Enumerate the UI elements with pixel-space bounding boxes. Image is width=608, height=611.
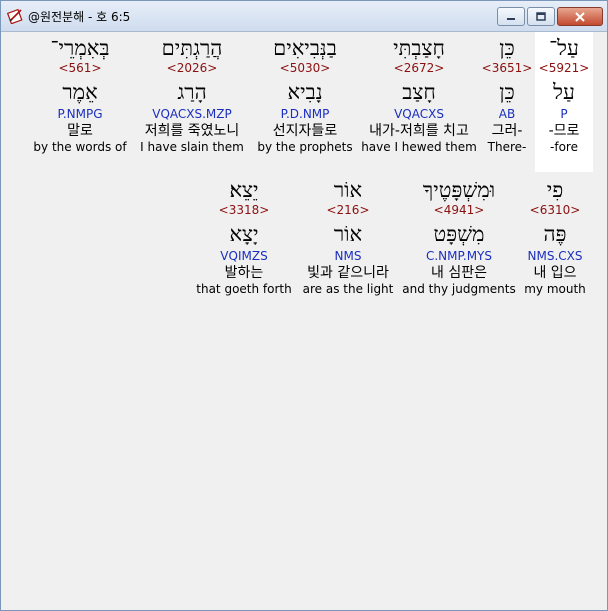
lemma-word: יָצָא [229, 222, 259, 246]
korean-gloss: 빛과 같으니라 [307, 265, 389, 281]
english-gloss: by the prophets [257, 140, 353, 154]
english-gloss: that goeth forth [196, 282, 292, 296]
hebrew-word: הֲרַגְתִּים [161, 36, 223, 60]
korean-gloss: 내가-저희를 치고 [369, 123, 469, 139]
lemma-word: הָרַג [177, 80, 207, 104]
korean-gloss: 저희를 죽였노니 [144, 123, 240, 139]
title-bar[interactable]: @원전분해 - 호 6:5 [1, 1, 607, 32]
english-gloss: have I hewed them [361, 140, 477, 154]
hebrew-word: יֵצֵא׃ [229, 178, 259, 202]
lemma-word: מִשְׁפָּט [433, 222, 485, 246]
word-column[interactable]: עַל־ <5921> עַל P -므로 -fore [535, 32, 593, 172]
strong-number[interactable]: <5921> [539, 61, 590, 75]
strong-number[interactable]: <2672> [394, 61, 445, 75]
korean-gloss: 발하는 [224, 265, 264, 281]
lemma-word: עַל [553, 80, 575, 104]
english-gloss: and thy judgments [402, 282, 516, 296]
english-gloss: I have slain them [140, 140, 244, 154]
lemma-word: כֵּן [499, 80, 515, 104]
english-gloss: There- [487, 140, 527, 154]
korean-gloss: 말로 [67, 123, 93, 139]
lemma-word: חָצַב [402, 80, 436, 104]
minimize-button[interactable] [497, 7, 525, 26]
strong-number[interactable]: <4941> [434, 203, 485, 217]
maximize-button[interactable] [527, 7, 555, 26]
hebrew-word: פִי [546, 178, 564, 202]
minimize-icon [507, 17, 515, 20]
hebrew-word: בַנְּבִיאִים [273, 36, 337, 60]
lemma-word: אֵמֶר [62, 80, 98, 104]
word-column[interactable]: בַנְּבִיאִים <5030> נָבִיא P.D.NMP 선지자들로… [251, 32, 359, 172]
morph-code: VQACXS [394, 107, 444, 121]
english-gloss: are as the light [302, 282, 394, 296]
analysis-panel: עַל־ <5921> עַל P -므로 -fore כֵּן <3651> … [9, 32, 601, 602]
strong-number[interactable]: <6310> [530, 203, 581, 217]
close-button[interactable] [557, 7, 603, 26]
word-column[interactable]: בְּאִמְרֵי־ <561> אֵמֶר P.NMPG 말로 by the… [27, 32, 133, 172]
hebrew-word: בְּאִמְרֵי־ [50, 36, 110, 60]
lemma-word: פֶּה [543, 222, 567, 246]
strong-number[interactable]: <2026> [167, 61, 218, 75]
hebrew-word: וּמִשְׁפָּטֶיךָ [422, 178, 496, 202]
hebrew-word: אוֹר [333, 178, 363, 202]
morph-code: P [560, 107, 568, 121]
morph-code: P.D.NMP [280, 107, 330, 121]
morph-code: NMS.CXS [527, 249, 583, 263]
word-column[interactable]: פִי <6310> פֶּה NMS.CXS 내 입으 my mouth [517, 174, 593, 297]
korean-gloss: 선지자들로 [272, 123, 338, 139]
korean-gloss: -므로 [548, 123, 580, 139]
english-gloss: -fore [550, 140, 578, 154]
morph-code: NMS [334, 249, 362, 263]
english-gloss: my mouth [524, 282, 586, 296]
maximize-icon [536, 11, 546, 21]
lemma-word: נָבִיא [287, 80, 323, 104]
strong-number[interactable]: <3651> [482, 61, 533, 75]
morph-code: AB [498, 107, 516, 121]
verse-row-1: עַל־ <5921> עַל P -므로 -fore כֵּן <3651> … [27, 32, 593, 172]
hebrew-word: כֵּן [499, 36, 515, 60]
morph-code: C.NMP.MYS [425, 249, 492, 263]
strong-number[interactable]: <216> [326, 203, 369, 217]
word-column[interactable]: חָצַבְתִּי <2672> חָצַב VQACXS 내가-저희를 치고… [359, 32, 479, 172]
window-controls [497, 7, 603, 26]
window-title: @원전분해 - 호 6:5 [28, 10, 131, 24]
strong-number[interactable]: <561> [58, 61, 101, 75]
close-icon [575, 11, 585, 22]
hebrew-word: עַל־ [549, 36, 579, 60]
korean-gloss: 그러- [491, 123, 523, 139]
hebrew-word: חָצַבְתִּי [393, 36, 445, 60]
morph-code: VQACXS.MZP [152, 107, 232, 121]
word-column[interactable]: אוֹר <216> אוֹר NMS 빛과 같으니라 are as the l… [295, 174, 401, 297]
verse-row-2: פִי <6310> פֶּה NMS.CXS 내 입으 my mouth וּ… [193, 174, 593, 297]
morph-code: VQIMZS [220, 249, 268, 263]
korean-gloss: 내 입으 [533, 265, 577, 281]
word-column[interactable]: הֲרַגְתִּים <2026> הָרַג VQACXS.MZP 저희를 … [133, 32, 251, 172]
english-gloss: by the words of [33, 140, 127, 154]
korean-gloss: 내 심판은 [431, 265, 487, 281]
word-column[interactable]: יֵצֵא׃ <3318> יָצָא VQIMZS 발하는 that goet… [193, 174, 295, 297]
app-window: @원전분해 - 호 6:5 עַל־ <5921> עַל P -므로 -for… [0, 0, 608, 611]
word-column[interactable]: וּמִשְׁפָּטֶיךָ <4941> מִשְׁפָּט C.NMP.M… [401, 174, 517, 297]
word-column[interactable]: כֵּן <3651> כֵּן AB 그러- There- [479, 32, 535, 172]
morph-code: P.NMPG [57, 107, 103, 121]
lemma-word: אוֹר [333, 222, 363, 246]
strong-number[interactable]: <5030> [280, 61, 331, 75]
strong-number[interactable]: <3318> [219, 203, 270, 217]
bible-pen-icon [7, 8, 23, 24]
